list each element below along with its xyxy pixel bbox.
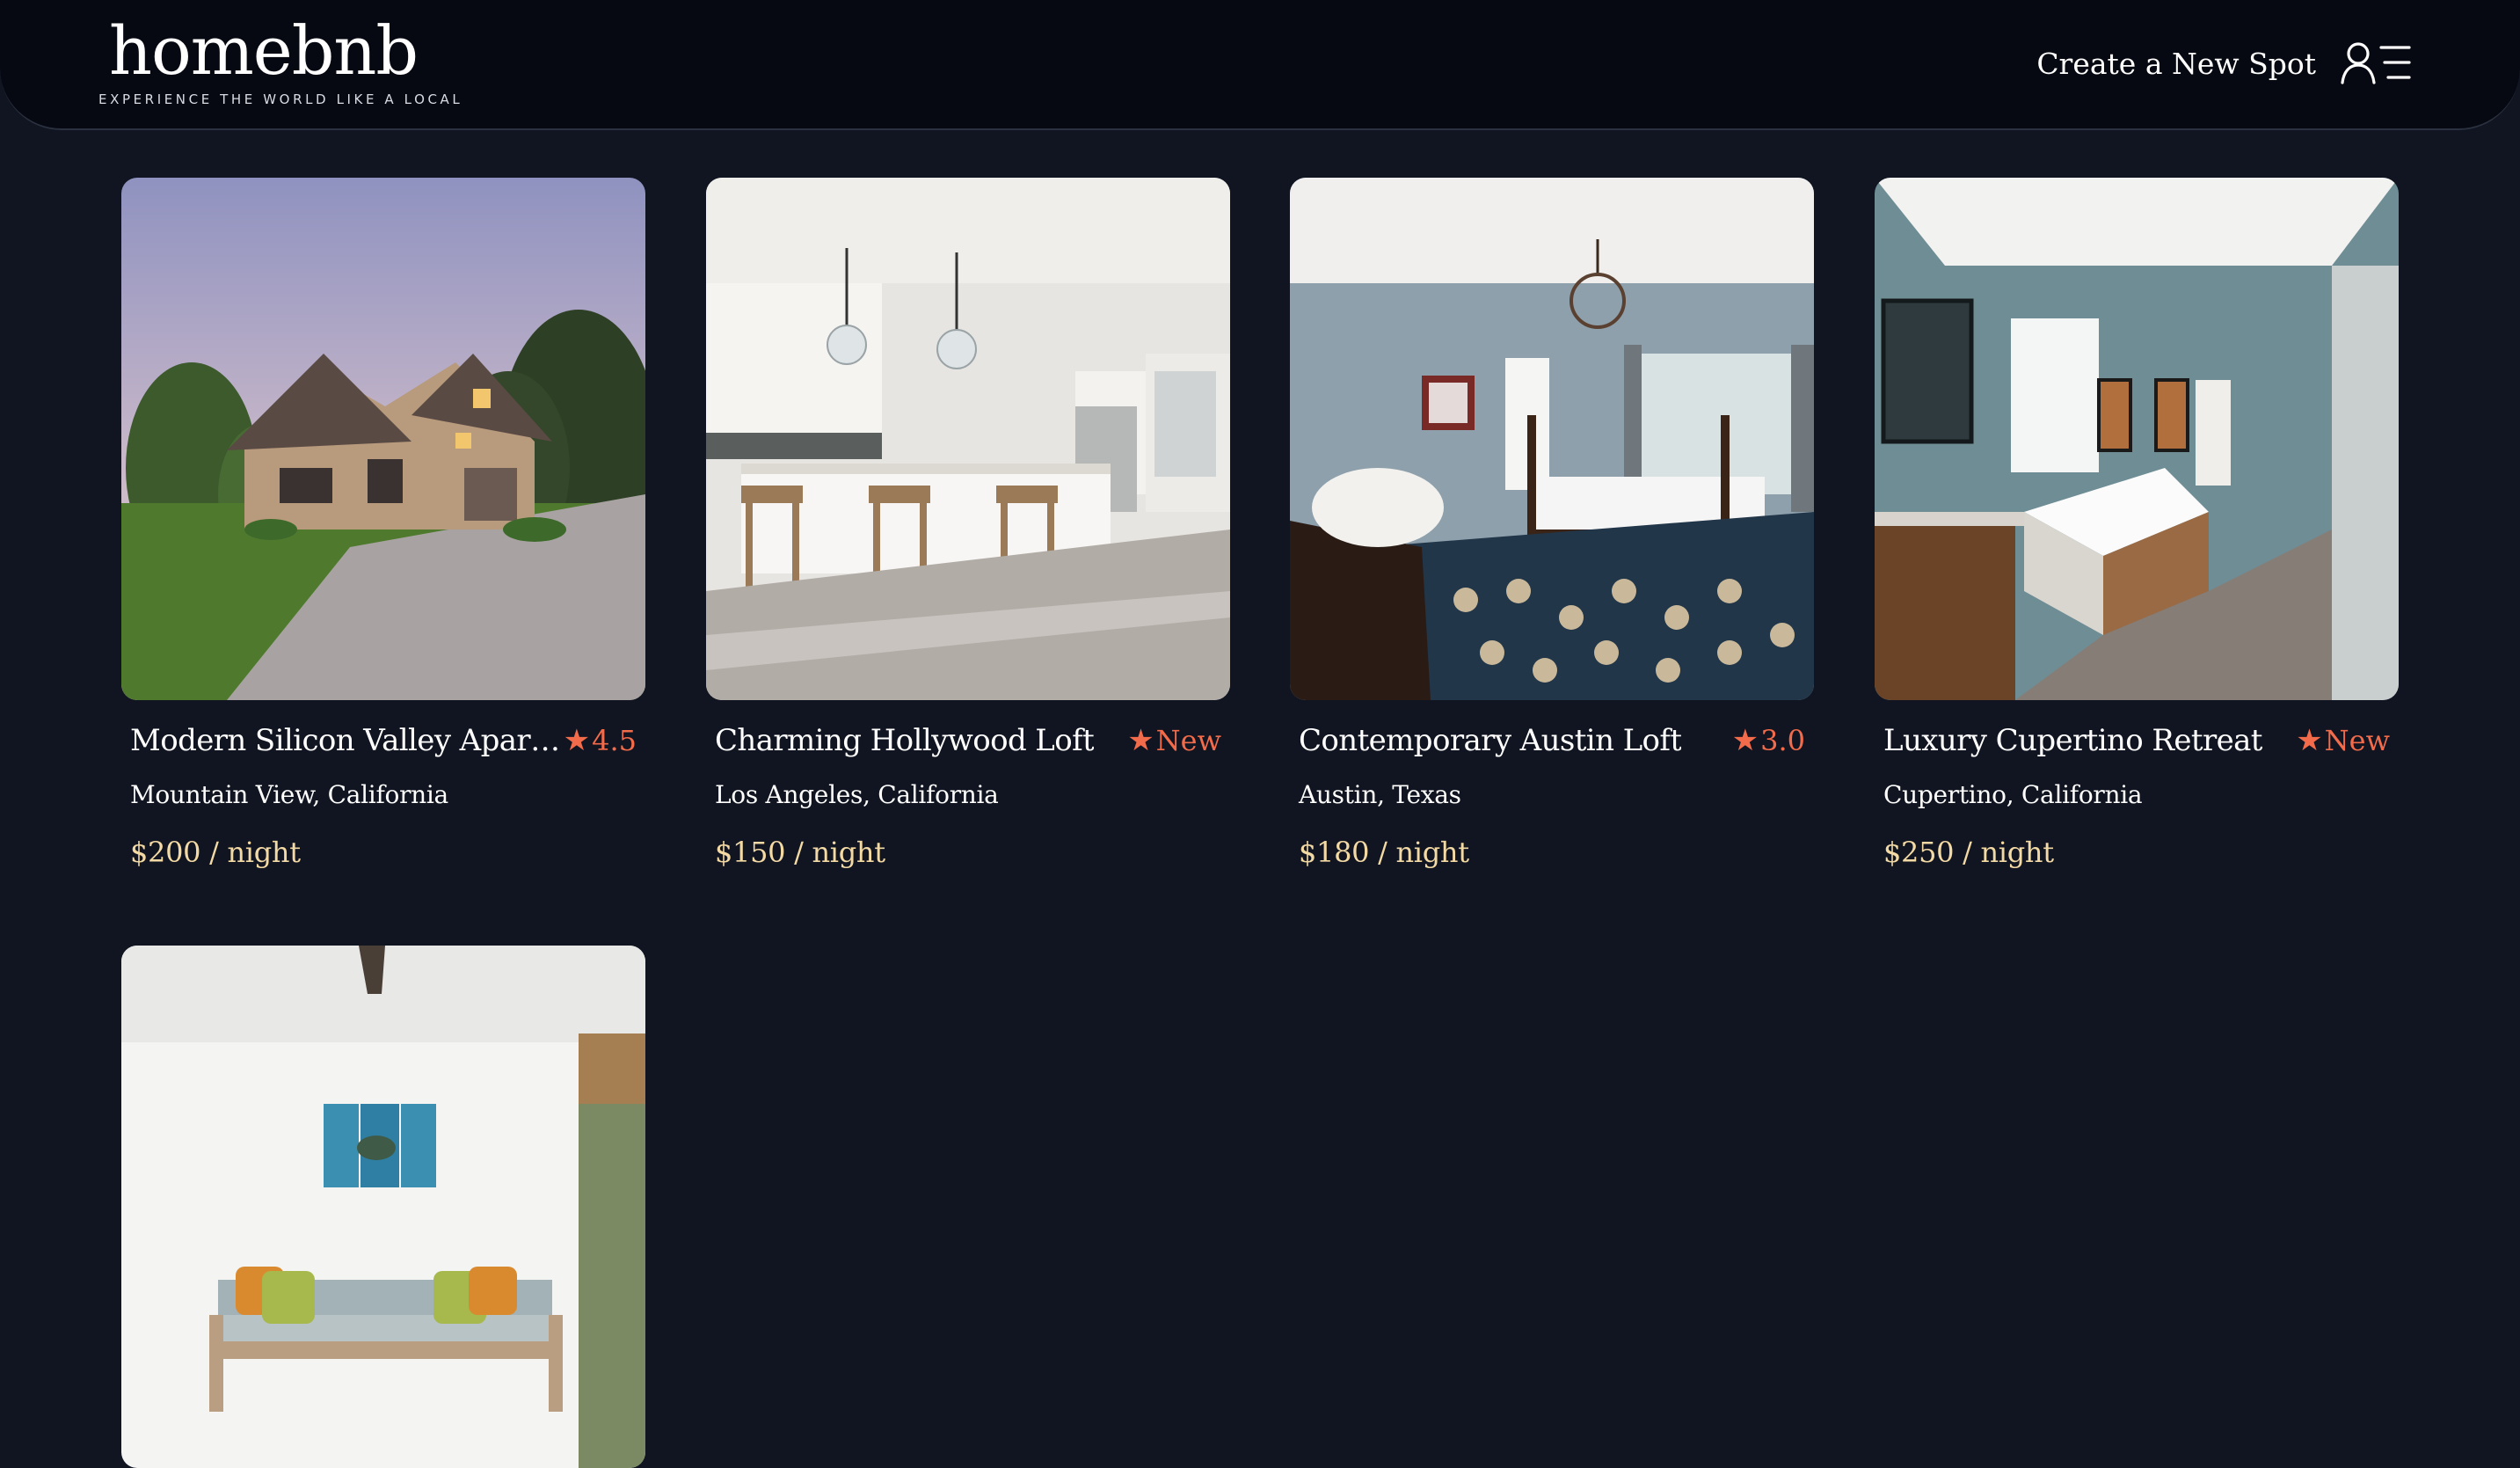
spot-image[interactable] <box>1290 178 1814 700</box>
sunroom-image <box>121 946 645 1468</box>
spot-rating-value: 3.0 <box>1760 724 1805 757</box>
spot-rating: ★ 4.5 <box>564 723 637 758</box>
user-menu-icon[interactable] <box>2341 40 2411 86</box>
spot-rating-value: 4.5 <box>592 724 637 757</box>
spot-card[interactable]: Modern Silicon Valley Apartm... ★ 4.5 Mo… <box>121 178 645 869</box>
spot-title-row: Luxury Cupertino Retreat ★ New <box>1883 716 2390 765</box>
spot-title: Luxury Cupertino Retreat <box>1883 723 2262 758</box>
bedroom-image <box>1290 178 1814 700</box>
top-navbar: homebnb EXPERIENCE THE WORLD LIKE A LOCA… <box>0 0 2520 130</box>
star-icon: ★ <box>2296 723 2323 758</box>
spot-image[interactable] <box>121 178 645 700</box>
spot-rating: ★ New <box>1127 723 1221 758</box>
spot-card[interactable]: Luxury Cupertino Retreat ★ New Cupertino… <box>1875 178 2399 869</box>
logo-tagline: EXPERIENCE THE WORLD LIKE A LOCAL <box>98 91 463 107</box>
spot-title: Modern Silicon Valley Apartm... <box>130 723 564 758</box>
spot-title-row: Contemporary Austin Loft ★ 3.0 <box>1299 716 1805 765</box>
spot-price: $250 / night <box>1883 836 2054 869</box>
spot-image[interactable] <box>121 946 645 1468</box>
spot-price: $200 / night <box>130 836 301 869</box>
logo[interactable]: homebnb EXPERIENCE THE WORLD LIKE A LOCA… <box>98 7 460 113</box>
spot-location: Mountain View, California <box>130 780 448 809</box>
spot-rating: ★ New <box>2296 723 2390 758</box>
spot-location: Los Angeles, California <box>715 780 999 809</box>
spot-card[interactable] <box>121 946 645 1468</box>
spot-location: Austin, Texas <box>1299 780 1461 809</box>
bathroom-image <box>1875 178 2399 700</box>
spot-title-row: Modern Silicon Valley Apartm... ★ 4.5 <box>130 716 637 765</box>
star-icon: ★ <box>1731 723 1759 758</box>
spot-title: Charming Hollywood Loft <box>715 723 1095 758</box>
create-spot-link[interactable]: Create a New Spot <box>2036 47 2316 81</box>
spot-card[interactable]: Charming Hollywood Loft ★ New Los Angele… <box>706 178 1230 869</box>
nav-actions: Create a New Spot <box>2036 35 2411 91</box>
spot-title: Contemporary Austin Loft <box>1299 723 1682 758</box>
spot-price: $180 / night <box>1299 836 1469 869</box>
spot-rating: ★ 3.0 <box>1732 723 1805 758</box>
spot-image[interactable] <box>706 178 1230 700</box>
kitchen-image <box>706 178 1230 700</box>
spot-title-row: Charming Hollywood Loft ★ New <box>715 716 1221 765</box>
spot-price: $150 / night <box>715 836 885 869</box>
house-exterior-image <box>121 178 645 700</box>
spot-rating-value: New <box>2324 724 2390 757</box>
spot-rating-value: New <box>1155 724 1221 757</box>
spot-card[interactable]: Contemporary Austin Loft ★ 3.0 Austin, T… <box>1290 178 1814 869</box>
spot-location: Cupertino, California <box>1883 780 2143 809</box>
star-icon: ★ <box>563 723 591 758</box>
logo-name: homebnb <box>109 11 419 90</box>
star-icon: ★ <box>1127 723 1154 758</box>
spot-image[interactable] <box>1875 178 2399 700</box>
